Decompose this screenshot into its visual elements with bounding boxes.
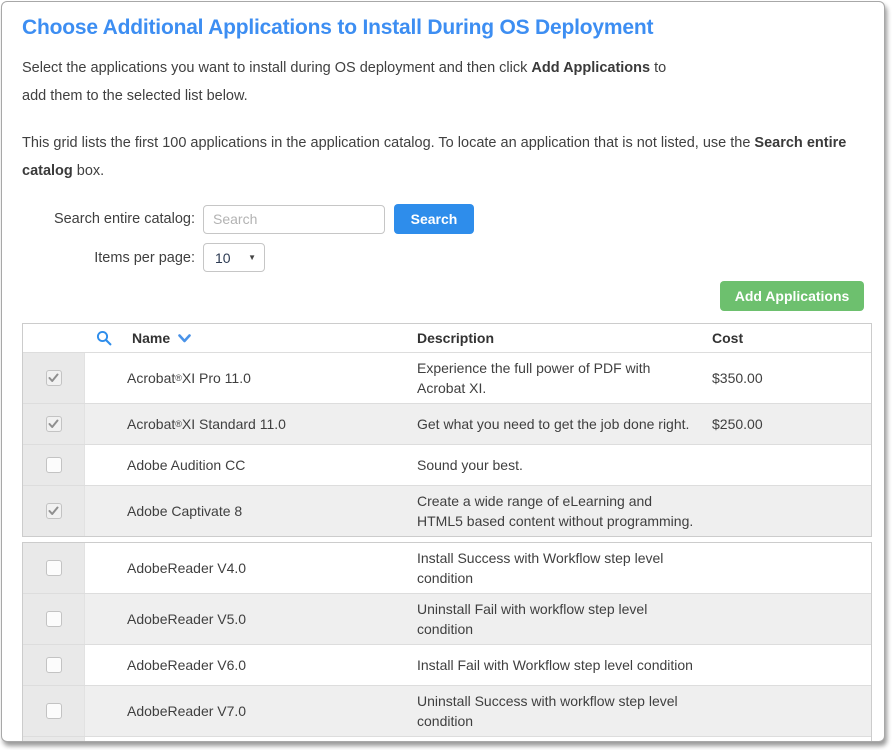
checkbox-cell xyxy=(23,543,85,593)
row-checkbox[interactable] xyxy=(46,416,62,432)
app-name: Acrobat® XI Standard 11.0 xyxy=(85,404,411,444)
app-description: Install Success with Workflow step level… xyxy=(411,543,706,593)
row-checkbox[interactable] xyxy=(46,457,62,473)
table-row[interactable]: After Effects CC Cinematic visual effect… xyxy=(23,736,871,742)
cost-column-header[interactable]: Cost xyxy=(706,324,871,352)
items-per-page-row: Items per page: 10 ▼ xyxy=(22,243,864,272)
app-cost xyxy=(706,445,871,485)
app-name: AdobeReader V6.0 xyxy=(85,645,411,685)
row-checkbox[interactable] xyxy=(46,611,62,627)
add-applications-row: Add Applications xyxy=(22,281,864,311)
app-name: Adobe Captivate 8 xyxy=(85,486,411,536)
app-cost xyxy=(706,645,871,685)
checkbox-cell xyxy=(23,686,85,736)
app-description: Get what you need to get the job done ri… xyxy=(411,404,706,444)
intro-2-text-end: box. xyxy=(73,163,104,179)
checkbox-cell xyxy=(23,445,85,485)
wizard-window: Choose Additional Applications to Instal… xyxy=(1,1,885,742)
checkbox-column-header xyxy=(23,324,85,352)
grid-section-top: Name Description Cost Acrobat® XI Pro 11… xyxy=(22,323,872,537)
sort-descending-icon xyxy=(178,334,191,343)
app-name: Acrobat® XI Pro 11.0 xyxy=(85,353,411,403)
description-column-header[interactable]: Description xyxy=(411,324,706,352)
grid-header-row: Name Description Cost xyxy=(23,324,871,352)
intro-paragraph-2: This grid lists the first 100 applicatio… xyxy=(22,129,864,185)
app-description: Install Fail with Workflow step level co… xyxy=(411,645,706,685)
app-cost xyxy=(706,486,871,536)
items-per-page-label: Items per page: xyxy=(22,250,195,266)
app-name: AdobeReader V5.0 xyxy=(85,594,411,644)
app-name: AdobeReader V4.0 xyxy=(85,543,411,593)
cost-column-label: Cost xyxy=(710,330,743,346)
app-cost: $350.00 xyxy=(706,353,871,403)
add-applications-button[interactable]: Add Applications xyxy=(720,281,864,311)
intro-1-bold: Add Applications xyxy=(531,60,650,76)
app-description: Sound your best. xyxy=(411,445,706,485)
chevron-down-icon: ▼ xyxy=(248,253,256,262)
table-row[interactable]: Acrobat® XI Standard 11.0 Get what you n… xyxy=(23,403,871,444)
search-input[interactable] xyxy=(203,205,385,234)
name-column-header[interactable]: Name xyxy=(85,324,411,352)
items-per-page-select[interactable]: 10 ▼ xyxy=(203,243,265,272)
search-button[interactable]: Search xyxy=(394,204,474,234)
app-cost xyxy=(706,737,871,742)
check-icon xyxy=(48,506,59,516)
app-name: AdobeReader V7.0 xyxy=(85,686,411,736)
checkbox-cell xyxy=(23,486,85,536)
intro-2-text: This grid lists the first 100 applicatio… xyxy=(22,135,754,151)
table-row[interactable]: Acrobat® XI Pro 11.0 Experience the full… xyxy=(23,352,871,403)
app-description: Create a wide range of eLearning and HTM… xyxy=(411,486,706,536)
name-column-label: Name xyxy=(132,330,170,346)
applications-grid: Name Description Cost Acrobat® XI Pro 11… xyxy=(22,323,872,742)
row-checkbox[interactable] xyxy=(46,703,62,719)
table-row[interactable]: AdobeReader V5.0 Uninstall Fail with wor… xyxy=(23,593,871,644)
items-per-page-value: 10 xyxy=(215,250,231,266)
checkbox-cell xyxy=(23,594,85,644)
app-cost xyxy=(706,594,871,644)
app-cost xyxy=(706,543,871,593)
app-description: Uninstall Success with workflow step lev… xyxy=(411,686,706,736)
app-description: Cinematic visual effects and motion grap… xyxy=(411,737,706,742)
search-catalog-label: Search entire catalog: xyxy=(22,211,195,227)
search-icon[interactable] xyxy=(96,330,112,346)
page-title: Choose Additional Applications to Instal… xyxy=(22,16,864,40)
intro-1-text: Select the applications you want to inst… xyxy=(22,60,531,76)
check-icon xyxy=(48,373,59,383)
table-row[interactable]: AdobeReader V6.0 Install Fail with Workf… xyxy=(23,644,871,685)
search-catalog-row: Search entire catalog: Search xyxy=(22,204,864,234)
row-checkbox[interactable] xyxy=(46,503,62,519)
table-row[interactable]: AdobeReader V4.0 Install Success with Wo… xyxy=(23,543,871,593)
checkbox-cell xyxy=(23,353,85,403)
app-description: Experience the full power of PDF with Ac… xyxy=(411,353,706,403)
check-icon xyxy=(48,419,59,429)
checkbox-cell xyxy=(23,645,85,685)
row-checkbox[interactable] xyxy=(46,657,62,673)
app-name: After Effects CC xyxy=(85,737,411,742)
row-checkbox[interactable] xyxy=(46,370,62,386)
app-name: Adobe Audition CC xyxy=(85,445,411,485)
description-column-label: Description xyxy=(415,330,494,346)
app-cost: $250.00 xyxy=(706,404,871,444)
table-row[interactable]: Adobe Audition CC Sound your best. xyxy=(23,444,871,485)
grid-rows-top: Acrobat® XI Pro 11.0 Experience the full… xyxy=(23,352,871,536)
table-row[interactable]: AdobeReader V7.0 Uninstall Success with … xyxy=(23,685,871,736)
checkbox-cell xyxy=(23,737,85,742)
checkbox-cell xyxy=(23,404,85,444)
grid-section-bottom: AdobeReader V4.0 Install Success with Wo… xyxy=(22,542,872,742)
app-description: Uninstall Fail with workflow step level … xyxy=(411,594,706,644)
table-row[interactable]: Adobe Captivate 8 Create a wide range of… xyxy=(23,485,871,536)
app-cost xyxy=(706,686,871,736)
intro-paragraph-1: Select the applications you want to inst… xyxy=(22,54,677,110)
row-checkbox[interactable] xyxy=(46,560,62,576)
